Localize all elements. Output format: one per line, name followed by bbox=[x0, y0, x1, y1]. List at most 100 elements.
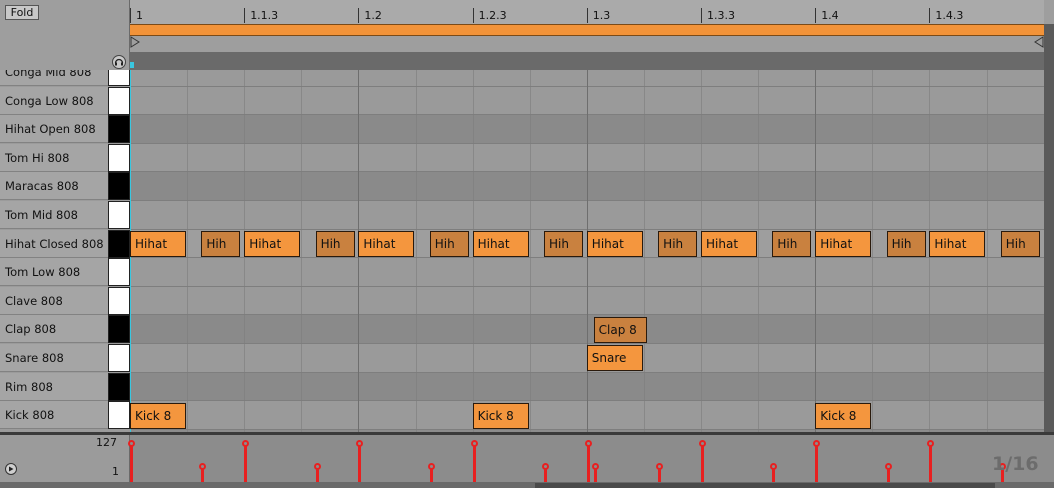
midi-note[interactable]: Hihat bbox=[358, 230, 415, 257]
ruler-tick bbox=[586, 8, 588, 23]
ruler-beat-label: 1.3.3 bbox=[707, 9, 735, 22]
row-label[interactable]: Tom Mid 808 bbox=[0, 201, 108, 229]
midi-note[interactable]: Hihat bbox=[586, 230, 643, 257]
velocity-stem[interactable] bbox=[244, 443, 248, 482]
horizontal-scroll-thumb[interactable] bbox=[535, 483, 995, 488]
ruler-tick bbox=[701, 8, 702, 23]
midi-note[interactable]: Hihat bbox=[701, 230, 758, 257]
beat-ruler[interactable]: 1 1.1.3 1.2 1.2.3 1.3 1.3.3 1.4 1.4.3 bbox=[130, 0, 1044, 24]
piano-key[interactable] bbox=[108, 401, 130, 430]
row-label[interactable]: Tom Low 808 bbox=[0, 258, 108, 287]
piano-key[interactable] bbox=[108, 344, 130, 372]
piano-key[interactable] bbox=[108, 115, 130, 144]
midi-note[interactable]: Hihat bbox=[244, 230, 301, 257]
midi-note[interactable]: Kick 8 bbox=[130, 402, 187, 429]
midi-note[interactable]: Hihat bbox=[929, 230, 986, 257]
fold-button[interactable]: Fold bbox=[5, 5, 39, 20]
velocity-handle[interactable] bbox=[584, 440, 592, 447]
loop-brace[interactable] bbox=[130, 24, 1044, 36]
row-label[interactable]: Tom Hi 808 bbox=[0, 143, 108, 172]
velocity-handle[interactable] bbox=[427, 463, 435, 471]
midi-note[interactable]: Hih bbox=[315, 230, 355, 257]
piano-key[interactable] bbox=[108, 70, 130, 86]
velocity-handle[interactable] bbox=[927, 440, 935, 447]
row-label[interactable]: Rim 808 bbox=[0, 372, 108, 401]
velocity-stem[interactable] bbox=[586, 443, 590, 482]
grid-line bbox=[529, 70, 531, 432]
velocity-handle[interactable] bbox=[356, 440, 364, 447]
preview-headphones-icon[interactable] bbox=[112, 55, 126, 69]
ruler-tick bbox=[929, 8, 931, 23]
velocity-lane-toggle-icon[interactable] bbox=[5, 463, 17, 475]
piano-key[interactable] bbox=[108, 143, 130, 172]
midi-note[interactable]: Hihat bbox=[815, 230, 872, 257]
row-label[interactable]: Maracas 808 bbox=[0, 172, 108, 201]
midi-note[interactable]: Snare bbox=[586, 345, 643, 372]
midi-note[interactable]: Hih bbox=[543, 230, 583, 257]
piano-key[interactable] bbox=[108, 201, 130, 229]
velocity-stem[interactable] bbox=[701, 443, 704, 482]
ruler-beat-label: 1.1.3 bbox=[250, 9, 279, 22]
piano-key[interactable] bbox=[108, 286, 130, 315]
velocity-handle[interactable] bbox=[128, 440, 135, 447]
midi-note[interactable]: Hih bbox=[658, 230, 698, 257]
velocity-handle[interactable] bbox=[656, 463, 664, 471]
row-label[interactable]: Hihat Closed 808 bbox=[0, 229, 108, 258]
velocity-stem[interactable] bbox=[929, 443, 933, 482]
row-label[interactable]: Clave 808 bbox=[0, 286, 108, 315]
velocity-handle[interactable] bbox=[813, 440, 821, 447]
midi-note[interactable]: Hih bbox=[886, 230, 926, 257]
grid-line bbox=[986, 70, 988, 432]
grid-line bbox=[187, 70, 189, 432]
row-label[interactable]: Clap 808 bbox=[0, 315, 108, 344]
velocity-handle[interactable] bbox=[699, 440, 706, 447]
grid-resolution-label[interactable]: 1/16 bbox=[992, 453, 1039, 475]
ruler-beat-label: 1.2.3 bbox=[478, 9, 507, 22]
row-label[interactable]: Kick 808 bbox=[0, 401, 108, 430]
loop-end-marker-icon[interactable] bbox=[1034, 36, 1044, 48]
ruler-beat-label: 1 bbox=[136, 9, 143, 22]
piano-key[interactable] bbox=[108, 172, 130, 201]
velocity-handle[interactable] bbox=[313, 463, 321, 471]
midi-note[interactable]: Hihat bbox=[472, 230, 529, 257]
velocity-stem[interactable] bbox=[358, 443, 362, 482]
midi-note[interactable]: Hih bbox=[772, 230, 812, 257]
midi-note[interactable]: Hihat bbox=[130, 230, 187, 257]
velocity-handle[interactable] bbox=[770, 463, 778, 471]
ruler-tick bbox=[244, 8, 246, 23]
vertical-scrollbar[interactable] bbox=[1044, 24, 1054, 432]
midi-note[interactable]: Clap 8 bbox=[593, 316, 647, 343]
midi-note[interactable]: Hih bbox=[1000, 230, 1040, 257]
row-label[interactable]: Conga Low 808 bbox=[0, 86, 108, 115]
velocity-stem[interactable] bbox=[130, 443, 133, 482]
row-label[interactable]: Conga Mid 808 bbox=[0, 70, 108, 86]
piano-key[interactable] bbox=[108, 229, 130, 258]
piano-key[interactable] bbox=[108, 258, 130, 287]
midi-note[interactable]: Kick 8 bbox=[815, 402, 872, 429]
ruler-tick bbox=[358, 8, 360, 23]
playhead-marker bbox=[130, 62, 134, 68]
piano-key[interactable] bbox=[108, 86, 130, 115]
loop-start-marker-icon[interactable] bbox=[130, 36, 140, 48]
velocity-handle[interactable] bbox=[470, 440, 478, 447]
row-label[interactable]: Hihat Open 808 bbox=[0, 115, 108, 144]
velocity-stem[interactable] bbox=[472, 443, 476, 482]
ruler-beat-label: 1.3 bbox=[592, 9, 611, 22]
velocity-handle[interactable] bbox=[199, 463, 207, 471]
velocity-lane[interactable] bbox=[128, 435, 1044, 482]
velocity-stem[interactable] bbox=[815, 443, 819, 482]
ruler-beat-label: 1.2 bbox=[364, 9, 382, 22]
midi-note[interactable]: Hih bbox=[429, 230, 469, 257]
note-grid[interactable]: Hihat Hih Hihat Hih Hihat Hih Hihat Hih Hihat Hih… bbox=[130, 70, 1044, 432]
velocity-handle[interactable] bbox=[591, 463, 599, 471]
clip-strip bbox=[130, 52, 1044, 70]
piano-key[interactable] bbox=[108, 315, 130, 344]
velocity-handle[interactable] bbox=[884, 463, 892, 471]
drum-rack-keyboard: Conga Mid 808 Conga Low 808 Hihat Open 808… bbox=[0, 70, 130, 432]
velocity-handle[interactable] bbox=[242, 440, 250, 447]
midi-note[interactable]: Kick 8 bbox=[472, 402, 529, 429]
row-label[interactable]: Snare 808 bbox=[0, 344, 108, 372]
midi-note[interactable]: Hih bbox=[201, 230, 241, 257]
piano-key[interactable] bbox=[108, 372, 130, 401]
velocity-handle[interactable] bbox=[541, 463, 549, 471]
